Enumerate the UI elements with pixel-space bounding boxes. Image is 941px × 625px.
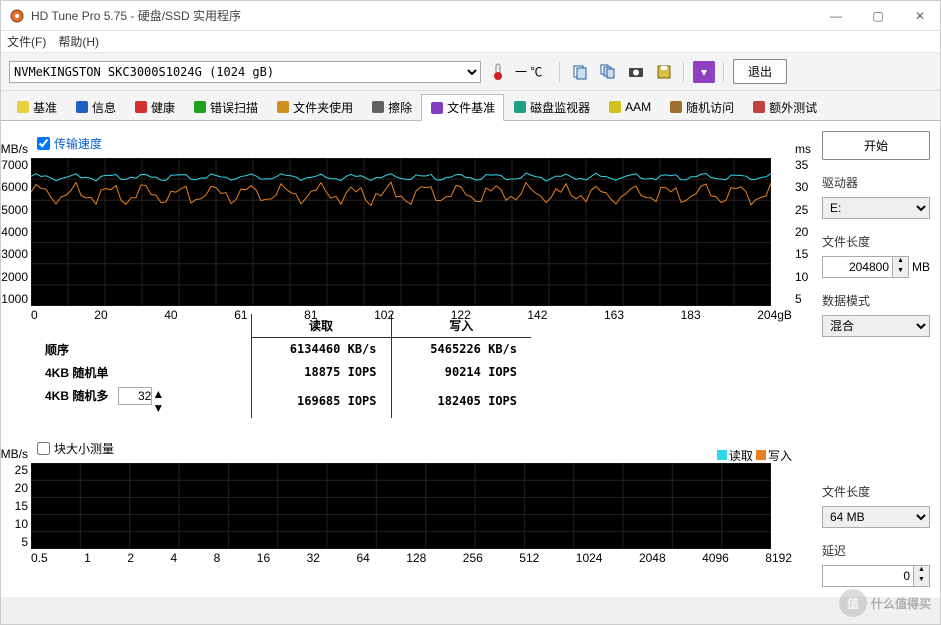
transfer-x-axis: 020406181102122142163183204gB bbox=[31, 306, 792, 324]
tab-磁盘监视器[interactable]: 磁盘监视器 bbox=[504, 93, 599, 120]
table-row: 顺序 6134460 KB/s5465226 KB/s bbox=[31, 338, 531, 361]
driver-select[interactable]: E: bbox=[822, 197, 930, 219]
transfer-y-axis: 7000600050004000300020001000 bbox=[1, 158, 31, 306]
start-button[interactable]: 开始 bbox=[822, 131, 930, 160]
save-icon[interactable] bbox=[653, 61, 675, 83]
datamode-label: 数据模式 bbox=[822, 292, 930, 309]
tab-icon bbox=[430, 101, 444, 115]
driver-label: 驱动器 bbox=[822, 174, 930, 191]
watermark: 值什么值得买 bbox=[839, 589, 931, 617]
datamode-select[interactable]: 混合 bbox=[822, 315, 930, 337]
tab-icon bbox=[513, 100, 527, 114]
thermometer-icon bbox=[487, 61, 509, 83]
tab-icon bbox=[276, 100, 290, 114]
block-x-axis: 0.512481632641282565121024204840968192 bbox=[31, 549, 792, 567]
temperature-value: 一 ℃ bbox=[515, 63, 551, 80]
tab-擦除[interactable]: 擦除 bbox=[362, 93, 421, 120]
maximize-button[interactable]: ▢ bbox=[866, 9, 890, 23]
toolbar: NVMeKINGSTON SKC3000S1024G (1024 gB) 一 ℃… bbox=[1, 53, 940, 91]
tab-icon bbox=[752, 100, 766, 114]
thread-count-input[interactable] bbox=[118, 387, 152, 405]
menu-help[interactable]: 帮助(H) bbox=[58, 33, 99, 50]
block-y-axis: 252015105 bbox=[15, 463, 31, 549]
tabstrip: 基准信息健康错误扫描文件夹使用擦除文件基准磁盘监视器AAM随机访问额外测试 bbox=[1, 91, 940, 121]
tab-AAM[interactable]: AAM bbox=[599, 93, 660, 120]
menubar: 文件(F) 帮助(H) bbox=[1, 31, 940, 53]
close-button[interactable]: ✕ bbox=[908, 9, 932, 23]
side-panel: 开始 驱动器 E: 文件长度 ▲▼ MB 数据模式 混合 文件长度 64 MB … bbox=[822, 131, 930, 587]
tab-icon bbox=[669, 100, 683, 114]
menu-file[interactable]: 文件(F) bbox=[7, 33, 46, 50]
tab-额外测试[interactable]: 额外测试 bbox=[743, 93, 826, 120]
tab-icon bbox=[16, 100, 30, 114]
filelen-label: 文件长度 bbox=[822, 233, 930, 250]
filelen-input[interactable] bbox=[822, 256, 893, 278]
window-title: HD Tune Pro 5.75 - 硬盘/SSD 实用程序 bbox=[31, 7, 824, 24]
copy-all-icon[interactable] bbox=[597, 61, 619, 83]
table-row: 4KB 随机多 ▲▼169685 IOPS182405 IOPS bbox=[31, 384, 531, 418]
tab-icon bbox=[193, 100, 207, 114]
block-filelen-label: 文件长度 bbox=[822, 483, 930, 500]
tab-错误扫描[interactable]: 错误扫描 bbox=[184, 93, 267, 120]
transfer-checkbox[interactable] bbox=[37, 137, 50, 150]
block-delay-input[interactable] bbox=[822, 565, 914, 587]
block-checkbox[interactable] bbox=[37, 442, 50, 455]
block-delay-label: 延迟 bbox=[822, 542, 930, 559]
transfer-y2-axis: 3530252015105 bbox=[792, 158, 808, 306]
transfer-chart: MB/s ms 7000600050004000300020001000 353… bbox=[31, 158, 792, 306]
screenshot-icon[interactable] bbox=[625, 61, 647, 83]
exit-button[interactable]: 退出 bbox=[733, 59, 787, 84]
tab-icon bbox=[608, 100, 622, 114]
settings-icon[interactable] bbox=[693, 61, 715, 83]
tab-随机访问[interactable]: 随机访问 bbox=[660, 93, 743, 120]
drive-selector[interactable]: NVMeKINGSTON SKC3000S1024G (1024 gB) bbox=[9, 61, 481, 83]
block-delay-spinner[interactable]: ▲▼ bbox=[914, 565, 930, 587]
block-chart: 读取 写入 MB/s 252015105 0.51248163264128256… bbox=[31, 463, 792, 549]
transfer-label: 传输速度 bbox=[54, 135, 102, 152]
titlebar: HD Tune Pro 5.75 - 硬盘/SSD 实用程序 — ▢ ✕ bbox=[1, 1, 940, 31]
copy-icon[interactable] bbox=[569, 61, 591, 83]
tab-icon bbox=[75, 100, 89, 114]
tab-文件夹使用[interactable]: 文件夹使用 bbox=[267, 93, 362, 120]
tab-基准[interactable]: 基准 bbox=[7, 93, 66, 120]
block-label: 块大小测量 bbox=[54, 440, 114, 457]
tab-icon bbox=[371, 100, 385, 114]
results-table: 读取 写入 顺序 6134460 KB/s5465226 KB/s4KB 随机单… bbox=[31, 314, 531, 418]
minimize-button[interactable]: — bbox=[824, 9, 848, 23]
table-row: 4KB 随机单 18875 IOPS90214 IOPS bbox=[31, 361, 531, 384]
tab-健康[interactable]: 健康 bbox=[125, 93, 184, 120]
block-legend: 读取 写入 bbox=[717, 447, 792, 464]
app-icon bbox=[9, 8, 25, 24]
tab-信息[interactable]: 信息 bbox=[66, 93, 125, 120]
filelen-spinner[interactable]: ▲▼ bbox=[893, 256, 909, 278]
tab-文件基准[interactable]: 文件基准 bbox=[421, 94, 504, 121]
tab-icon bbox=[134, 100, 148, 114]
thread-spinner[interactable]: ▲▼ bbox=[152, 387, 164, 415]
block-filelen-select[interactable]: 64 MB bbox=[822, 506, 930, 528]
